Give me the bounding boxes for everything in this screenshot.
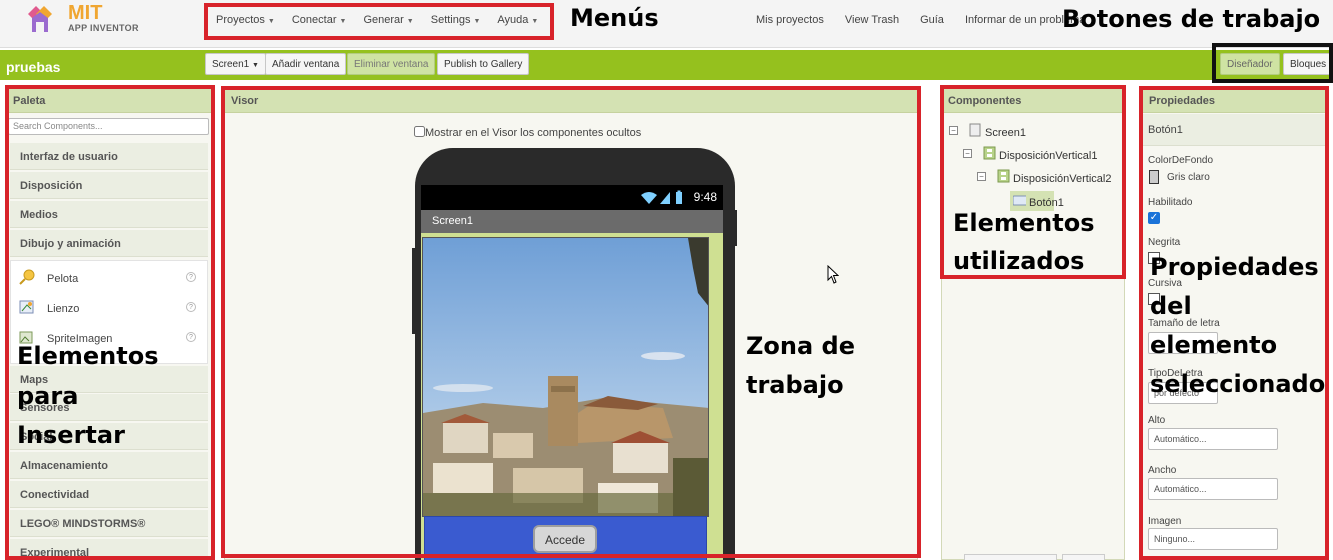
annotation-props-line3: elemento (1150, 331, 1278, 359)
screen-select[interactable]: Screen1 ▼ (205, 53, 266, 75)
annotation-box-work-buttons (1212, 43, 1333, 83)
annotation-used-line2: utilizados (953, 247, 1085, 275)
delete-button-partial[interactable] (1062, 554, 1105, 560)
app-inventor-logo[interactable]: MIT APP INVENTOR (24, 2, 154, 36)
annotation-insert-line3: Insertar (17, 421, 125, 449)
annotation-box-menus (204, 3, 554, 40)
remove-screen-button[interactable]: Eliminar ventana (347, 53, 436, 75)
project-toolbar: pruebas (0, 50, 1333, 80)
annotation-box-palette (5, 85, 215, 560)
logo-mit-text: MIT (68, 2, 103, 24)
annotation-props-line1: Propiedades (1150, 253, 1319, 281)
top-links: Mis proyectos View Trash Guía Informar d… (756, 14, 1106, 26)
annotation-used-line1: Elementos (953, 209, 1095, 237)
annotation-workzone-line1: Zona de (746, 332, 855, 360)
annotation-props-line2: del (1150, 292, 1192, 320)
annotation-insert-line1: Elementos (17, 342, 159, 370)
caret-down-icon: ▼ (252, 62, 259, 69)
link-view-trash[interactable]: View Trash (845, 14, 899, 26)
publish-gallery-button[interactable]: Publish to Gallery (437, 53, 530, 75)
screen-select-label: Screen1 (212, 59, 250, 70)
logo-icon (28, 6, 52, 32)
project-name: pruebas (6, 59, 61, 75)
link-guide[interactable]: Guía (920, 14, 944, 26)
annotation-insert-line2: para (17, 382, 79, 410)
logo-app-inventor-text: APP INVENTOR (68, 23, 139, 33)
annotation-work-buttons: Botones de trabajo (1062, 5, 1321, 33)
annotation-box-viewer (221, 86, 921, 558)
annotation-props-line4: seleccionado (1150, 370, 1326, 398)
annotation-workzone-line2: trabajo (746, 371, 844, 399)
add-screen-button[interactable]: Añadir ventana (265, 53, 347, 75)
rename-button-partial[interactable] (964, 554, 1057, 560)
link-my-projects[interactable]: Mis proyectos (756, 14, 824, 26)
annotation-box-properties (1139, 86, 1329, 560)
annotation-menus: Menús (570, 4, 659, 32)
